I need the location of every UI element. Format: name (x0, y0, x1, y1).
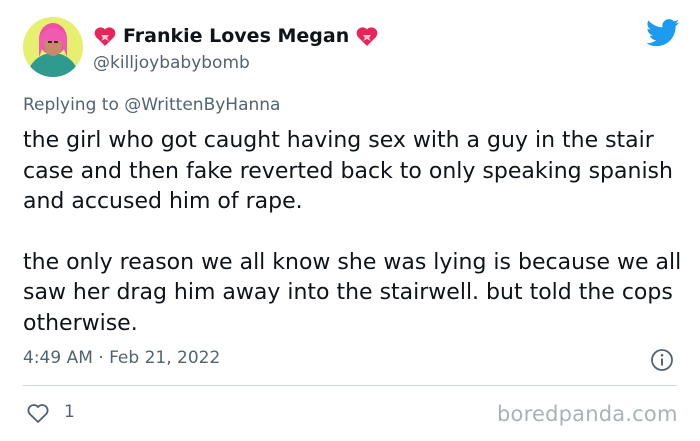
tweet-timestamp[interactable]: 4:49 AM · Feb 21, 2022 (23, 348, 220, 368)
info-icon[interactable] (650, 348, 674, 372)
replying-to-label: Replying to (23, 95, 119, 115)
replying-to: Replying to @WrittenByHanna (23, 95, 280, 115)
heart-with-ribbon-icon (356, 27, 378, 46)
like-count: 1 (64, 402, 75, 422)
watermark: boredpanda.com (497, 402, 678, 426)
display-name[interactable]: Frankie Loves Megan (123, 25, 349, 47)
display-name-row[interactable]: Frankie Loves Megan (93, 23, 379, 49)
avatar-image (23, 17, 83, 77)
user-handle[interactable]: @killjoybabybomb (93, 53, 379, 73)
tweet-paragraph: the girl who got caught having sex with … (23, 128, 673, 214)
twitter-bird-icon[interactable] (646, 19, 680, 47)
reply-mention-link[interactable]: @WrittenByHanna (124, 95, 280, 115)
user-names: Frankie Loves Megan @killjoybabybomb (93, 23, 379, 73)
heart-with-ribbon-icon (94, 27, 116, 46)
avatar[interactable] (23, 17, 83, 77)
divider (23, 385, 677, 386)
tweet-paragraph: the only reason we all know she was lyin… (23, 249, 682, 336)
heart-outline-icon[interactable] (26, 402, 50, 424)
tweet-body: the girl who got caught having sex with … (23, 126, 683, 339)
tweet-header: Frankie Loves Megan @killjoybabybomb (23, 17, 683, 81)
